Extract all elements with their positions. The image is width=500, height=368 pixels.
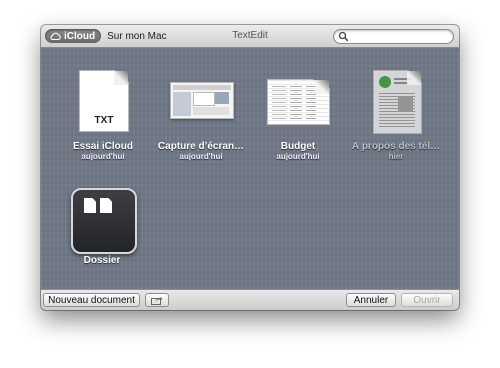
folder-name: Dossier [83, 255, 121, 266]
folder-icon [71, 188, 137, 254]
new-document-button[interactable]: Nouveau document [43, 293, 140, 307]
document-date: hier [388, 152, 404, 161]
share-button[interactable] [145, 293, 169, 307]
cancel-button[interactable]: Annuler [346, 293, 396, 307]
mini-document-icon [100, 198, 112, 213]
dialog-footer: Nouveau document Annuler Ouvrir [41, 289, 459, 310]
open-button[interactable]: Ouvrir [401, 293, 453, 307]
document-name: Budget [280, 141, 316, 152]
open-dialog-window: iCloud Sur mon Mac TextEdit TXT Essai iC… [41, 25, 459, 310]
document-name: À propos des tél… [351, 141, 441, 152]
document-date: aujourd'hui [179, 152, 223, 161]
search-icon [338, 31, 349, 42]
screenshot-thumbnail-icon [170, 82, 234, 119]
mini-document-icon [84, 198, 96, 213]
file-type-label: TXT [94, 115, 114, 126]
page-curl [114, 71, 128, 85]
document-date: aujourd'hui [276, 152, 320, 161]
title-bar: iCloud Sur mon Mac TextEdit [41, 25, 459, 48]
page-curl [315, 80, 329, 94]
share-icon [151, 296, 163, 305]
document-name: Capture d’écran… [157, 141, 245, 152]
search-field[interactable] [333, 29, 454, 44]
document-date: aujourd'hui [81, 152, 125, 161]
document-browser: TXT Essai iCloud aujourd'hui Capture d’é… [41, 48, 459, 289]
document-name: Essai iCloud [72, 141, 133, 152]
page-curl [407, 71, 421, 85]
